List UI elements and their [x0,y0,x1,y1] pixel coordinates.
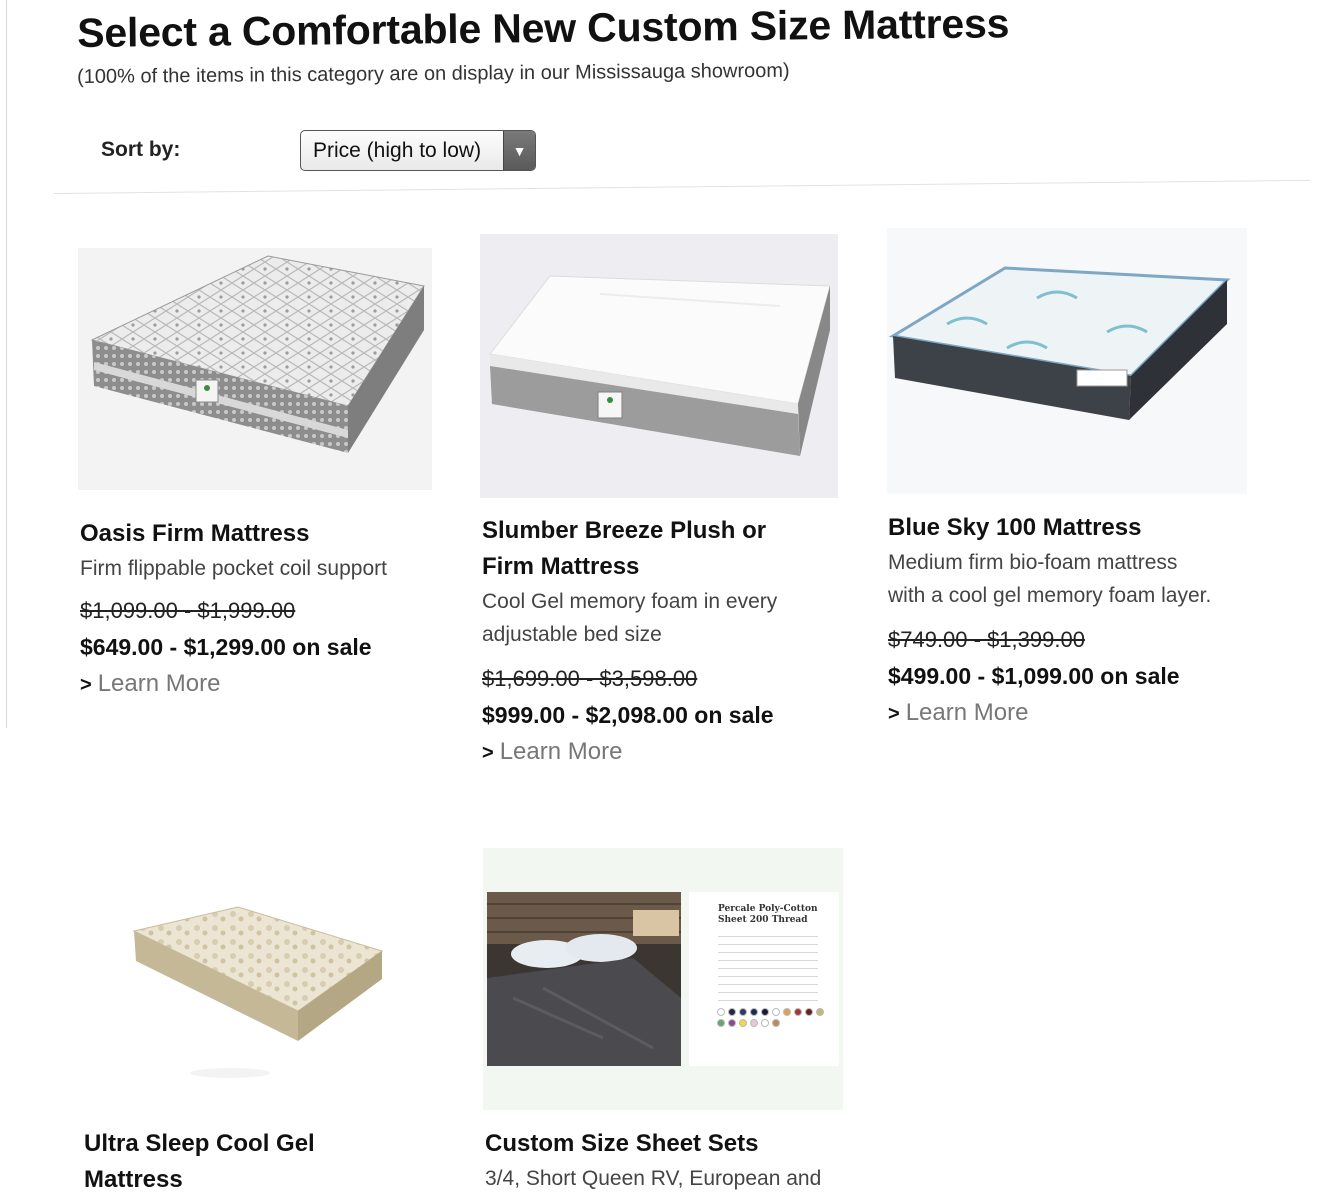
product-description: Medium firm bio-foam mattress with a coo… [888,551,1212,607]
color-swatch [761,1019,769,1027]
product-title[interactable]: Slumber Breeze Plush or Firm Mattress [482,513,852,585]
product-description: 3/4, Short Queen RV, European and [485,1167,822,1190]
flyer-body-text [718,932,818,1002]
product-title[interactable]: Oasis Firm Mattress [80,516,440,552]
chevron-right-icon: > [80,674,92,696]
flyer-heading: Percale Poly-Cotton Sheet 200 Thread [718,904,818,925]
left-border [6,0,7,728]
color-swatch [739,1019,747,1027]
chevron-right-icon: > [888,703,900,725]
product-title[interactable]: Ultra Sleep Cool Gel Mattress [84,1126,424,1198]
learn-more-link[interactable]: > Learn More [888,694,1258,733]
mattress-image [132,906,384,1078]
product-image-oasis-firm[interactable] [78,248,432,490]
product-description: Firm flippable pocket coil support [80,557,387,580]
product-description: Cool Gel memory foam in every adjustable… [482,590,778,646]
color-swatch [772,1008,780,1016]
sort-select[interactable]: Price (high to low) ▼ [300,130,536,171]
color-swatch [717,1019,725,1027]
original-price: $749.00 - $1,399.00 [888,627,1085,652]
product-image-slumber-breeze[interactable] [480,234,838,498]
color-swatch [816,1008,824,1016]
divider [54,179,1310,194]
product-title[interactable]: Custom Size Sheet Sets [485,1126,865,1162]
color-swatch [728,1019,736,1027]
product-image-sheet-sets[interactable]: Percale Poly-Cotton Sheet 200 Thread [483,848,843,1110]
color-swatch [761,1008,769,1016]
mattress-image [888,266,1231,420]
color-swatch [772,1019,780,1027]
sale-price: $999.00 - $2,098.00 on sale [482,702,774,728]
color-swatch [805,1008,813,1016]
page-subtitle: (100% of the items in this category are … [77,59,790,88]
sort-label: Sort by: [101,138,181,161]
color-swatch [783,1008,791,1016]
color-swatch [794,1008,802,1016]
mattress-image [90,255,425,453]
triangle-down-icon[interactable]: ▼ [503,131,535,170]
sale-price: $649.00 - $1,299.00 on sale [80,634,372,660]
color-swatch [750,1019,758,1027]
sort-selected-value: Price (high to low) [313,138,482,162]
color-swatch [728,1008,736,1016]
color-swatch [739,1008,747,1016]
chevron-right-icon: > [482,742,494,764]
color-swatch [717,1008,725,1016]
learn-more-link[interactable]: > Learn More [80,665,440,704]
color-swatch [750,1008,758,1016]
product-image-ultra-sleep[interactable] [120,895,400,1085]
product-image-blue-sky[interactable] [887,228,1247,494]
original-price: $1,099.00 - $1,999.00 [80,598,296,623]
learn-more-link[interactable]: > Learn More [482,733,852,772]
sale-price: $499.00 - $1,099.00 on sale [888,663,1180,689]
mattress-image [489,275,831,456]
page-title: Select a Comfortable New Custom Size Mat… [77,0,1010,56]
original-price: $1,699.00 - $3,598.00 [482,666,698,691]
product-title[interactable]: Blue Sky 100 Mattress [888,510,1258,546]
color-swatches [717,1008,829,1027]
